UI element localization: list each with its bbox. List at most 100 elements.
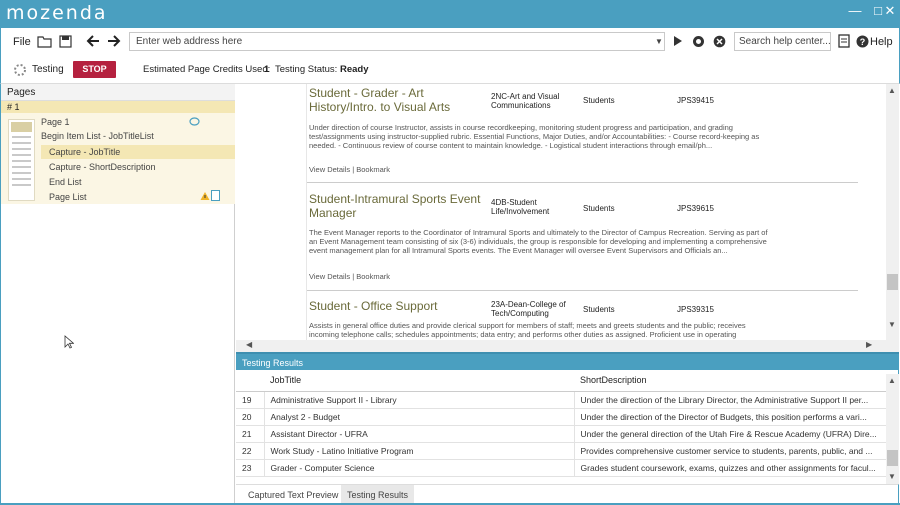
help-link[interactable]: Help	[870, 33, 893, 51]
file-menu[interactable]: File	[13, 33, 31, 51]
job-id: JPS39415	[677, 96, 714, 105]
scrollbar-thumb[interactable]	[887, 274, 898, 290]
job-title-link[interactable]: Student - Office Support	[309, 299, 489, 313]
job-id: JPS39615	[677, 204, 714, 213]
divider	[307, 182, 858, 183]
table-row[interactable]: 21 Assistant Director - UFRA Under the g…	[236, 425, 887, 443]
scroll-up-icon[interactable]: ▲	[888, 86, 896, 95]
job-dept: 23A-Dean-College of Tech/Computing	[491, 300, 566, 318]
testing-results-table: JobTitle ShortDescription 19 Administrat…	[236, 370, 899, 484]
row-jobtitle[interactable]: Grader - Computer Science	[264, 459, 575, 477]
job-title-link[interactable]: Student - Grader - Art History/Intro. to…	[309, 86, 489, 114]
table-row[interactable]: 19 Administrative Support II - Library U…	[236, 391, 887, 409]
job-title-link[interactable]: Student-Intramural Sports Event Manager	[309, 192, 489, 220]
page-number: # 1	[1, 101, 235, 113]
results-scrollbar[interactable]: ▲ ▼	[886, 374, 899, 484]
tree-capture-jobtitle[interactable]: Capture - JobTitle	[49, 147, 120, 157]
job-dept: 4DB-Student Life/Involvement	[491, 198, 550, 216]
job-links[interactable]: View Details | Bookmark	[309, 165, 390, 174]
job-description: Under direction of course Instructor, as…	[309, 123, 760, 150]
job-type: Students	[583, 204, 615, 213]
table-row[interactable]: 23 Grader - Computer Science Grades stud…	[236, 459, 887, 477]
credits-label: Estimated Page Credits Used:	[143, 64, 271, 75]
tab-captured-text-preview[interactable]: Captured Text Preview	[242, 485, 344, 505]
column-header-shortdescription[interactable]: ShortDescription	[574, 370, 886, 392]
job-description: Assists in general office duties and pro…	[309, 321, 746, 339]
save-icon[interactable]	[57, 33, 73, 49]
row-jobtitle[interactable]: Analyst 2 - Budget	[264, 408, 575, 426]
pages-header: Pages	[1, 84, 235, 101]
row-shortdescription[interactable]: Under the direction of the Library Direc…	[574, 391, 887, 409]
page-thumbnail[interactable]	[8, 119, 35, 201]
row-jobtitle[interactable]: Assistant Director - UFRA	[264, 425, 575, 443]
scrollbar-thumb[interactable]	[887, 450, 898, 466]
page-doc-icon[interactable]	[211, 190, 220, 204]
job-links[interactable]: View Details | Bookmark	[309, 272, 390, 281]
close-window-button[interactable]: ✕	[880, 0, 900, 24]
scroll-left-icon[interactable]: ◀	[246, 340, 252, 349]
row-shortdescription[interactable]: Grades student coursework, exams, quizze…	[574, 459, 887, 477]
tree-page-1[interactable]: Page 1	[41, 117, 70, 127]
tree-end-list[interactable]: End List	[49, 177, 82, 187]
row-shortdescription[interactable]: Under the general direction of the Utah …	[574, 425, 887, 443]
address-bar-input[interactable]: Enter web address here	[129, 32, 665, 51]
job-dept: 2NC-Art and Visual Communications	[491, 92, 560, 110]
row-shortdescription[interactable]: Provides comprehensive customer service …	[574, 442, 887, 460]
back-arrow-icon[interactable]	[85, 33, 101, 49]
row-index: 20	[236, 408, 265, 426]
chevron-down-icon[interactable]: ▼	[653, 32, 665, 51]
column-header-jobtitle[interactable]: JobTitle	[264, 370, 574, 392]
status-label: Testing Status:	[275, 64, 338, 75]
horizontal-scrollbar[interactable]: ◀ ▶	[236, 340, 899, 352]
warning-icon[interactable]	[200, 191, 210, 204]
document-icon[interactable]	[836, 33, 852, 49]
row-index: 19	[236, 391, 265, 409]
mouse-cursor-icon	[64, 335, 75, 352]
refresh-icon[interactable]	[690, 33, 706, 49]
pages-panel: Pages # 1 Page 1 Begin Item List - JobTi…	[0, 84, 235, 505]
testing-results-header: Testing Results	[236, 352, 899, 370]
comment-icon[interactable]	[189, 117, 200, 130]
row-jobtitle[interactable]: Administrative Support II - Library	[264, 391, 575, 409]
stop-circle-icon[interactable]	[711, 33, 727, 49]
job-id: JPS39315	[677, 305, 714, 314]
help-search-input[interactable]: Search help center...	[734, 32, 831, 51]
job-type: Students	[583, 305, 615, 314]
scroll-down-icon[interactable]: ▼	[888, 472, 896, 481]
open-folder-icon[interactable]	[36, 33, 52, 49]
scroll-down-icon[interactable]: ▼	[888, 320, 896, 329]
vertical-scrollbar[interactable]: ▲ ▼	[886, 84, 899, 340]
column-header-index[interactable]	[236, 370, 264, 392]
stop-button[interactable]: STOP	[73, 61, 116, 78]
tab-testing-results[interactable]: Testing Results	[341, 485, 415, 505]
title-bar: mozenda — □ ✕	[0, 0, 900, 28]
play-icon[interactable]	[670, 33, 686, 49]
forward-arrow-icon[interactable]	[106, 33, 122, 49]
svg-text:?: ?	[859, 37, 865, 47]
tree-page-list[interactable]: Page List	[49, 192, 87, 202]
bottom-tabs: Captured Text Preview Testing Results	[236, 484, 899, 505]
job-type: Students	[583, 96, 615, 105]
scroll-right-icon[interactable]: ▶	[866, 340, 872, 349]
testing-label: Testing	[32, 64, 64, 75]
tree-capture-shortdescription[interactable]: Capture - ShortDescription	[49, 162, 156, 172]
table-row[interactable]: 20 Analyst 2 - Budget Under the directio…	[236, 408, 887, 426]
table-header-row: JobTitle ShortDescription	[236, 370, 886, 392]
job-description: The Event Manager reports to the Coordin…	[309, 228, 768, 255]
testing-status-bar: Testing STOP Estimated Page Credits Used…	[0, 56, 900, 84]
table-row[interactable]: 22 Work Study - Latino Initiative Progra…	[236, 442, 887, 460]
main-toolbar: File Enter web address here ▼ Search hel…	[0, 28, 900, 56]
spinner-icon	[12, 62, 28, 78]
browser-view: Student - Grader - Art History/Intro. to…	[236, 84, 899, 352]
row-jobtitle[interactable]: Work Study - Latino Initiative Program	[264, 442, 575, 460]
divider	[307, 290, 858, 291]
help-circle-icon[interactable]: ?	[854, 33, 870, 49]
app-logo: mozenda	[6, 2, 108, 24]
row-shortdescription[interactable]: Under the direction of the Director of B…	[574, 408, 887, 426]
tree-begin-item-list[interactable]: Begin Item List - JobTitleList	[41, 131, 154, 141]
page-block[interactable]: Page 1 Begin Item List - JobTitleList Ca…	[1, 113, 235, 204]
scroll-up-icon[interactable]: ▲	[888, 376, 896, 385]
row-index: 23	[236, 459, 265, 477]
row-index: 21	[236, 425, 265, 443]
status-value: Ready	[340, 64, 369, 75]
